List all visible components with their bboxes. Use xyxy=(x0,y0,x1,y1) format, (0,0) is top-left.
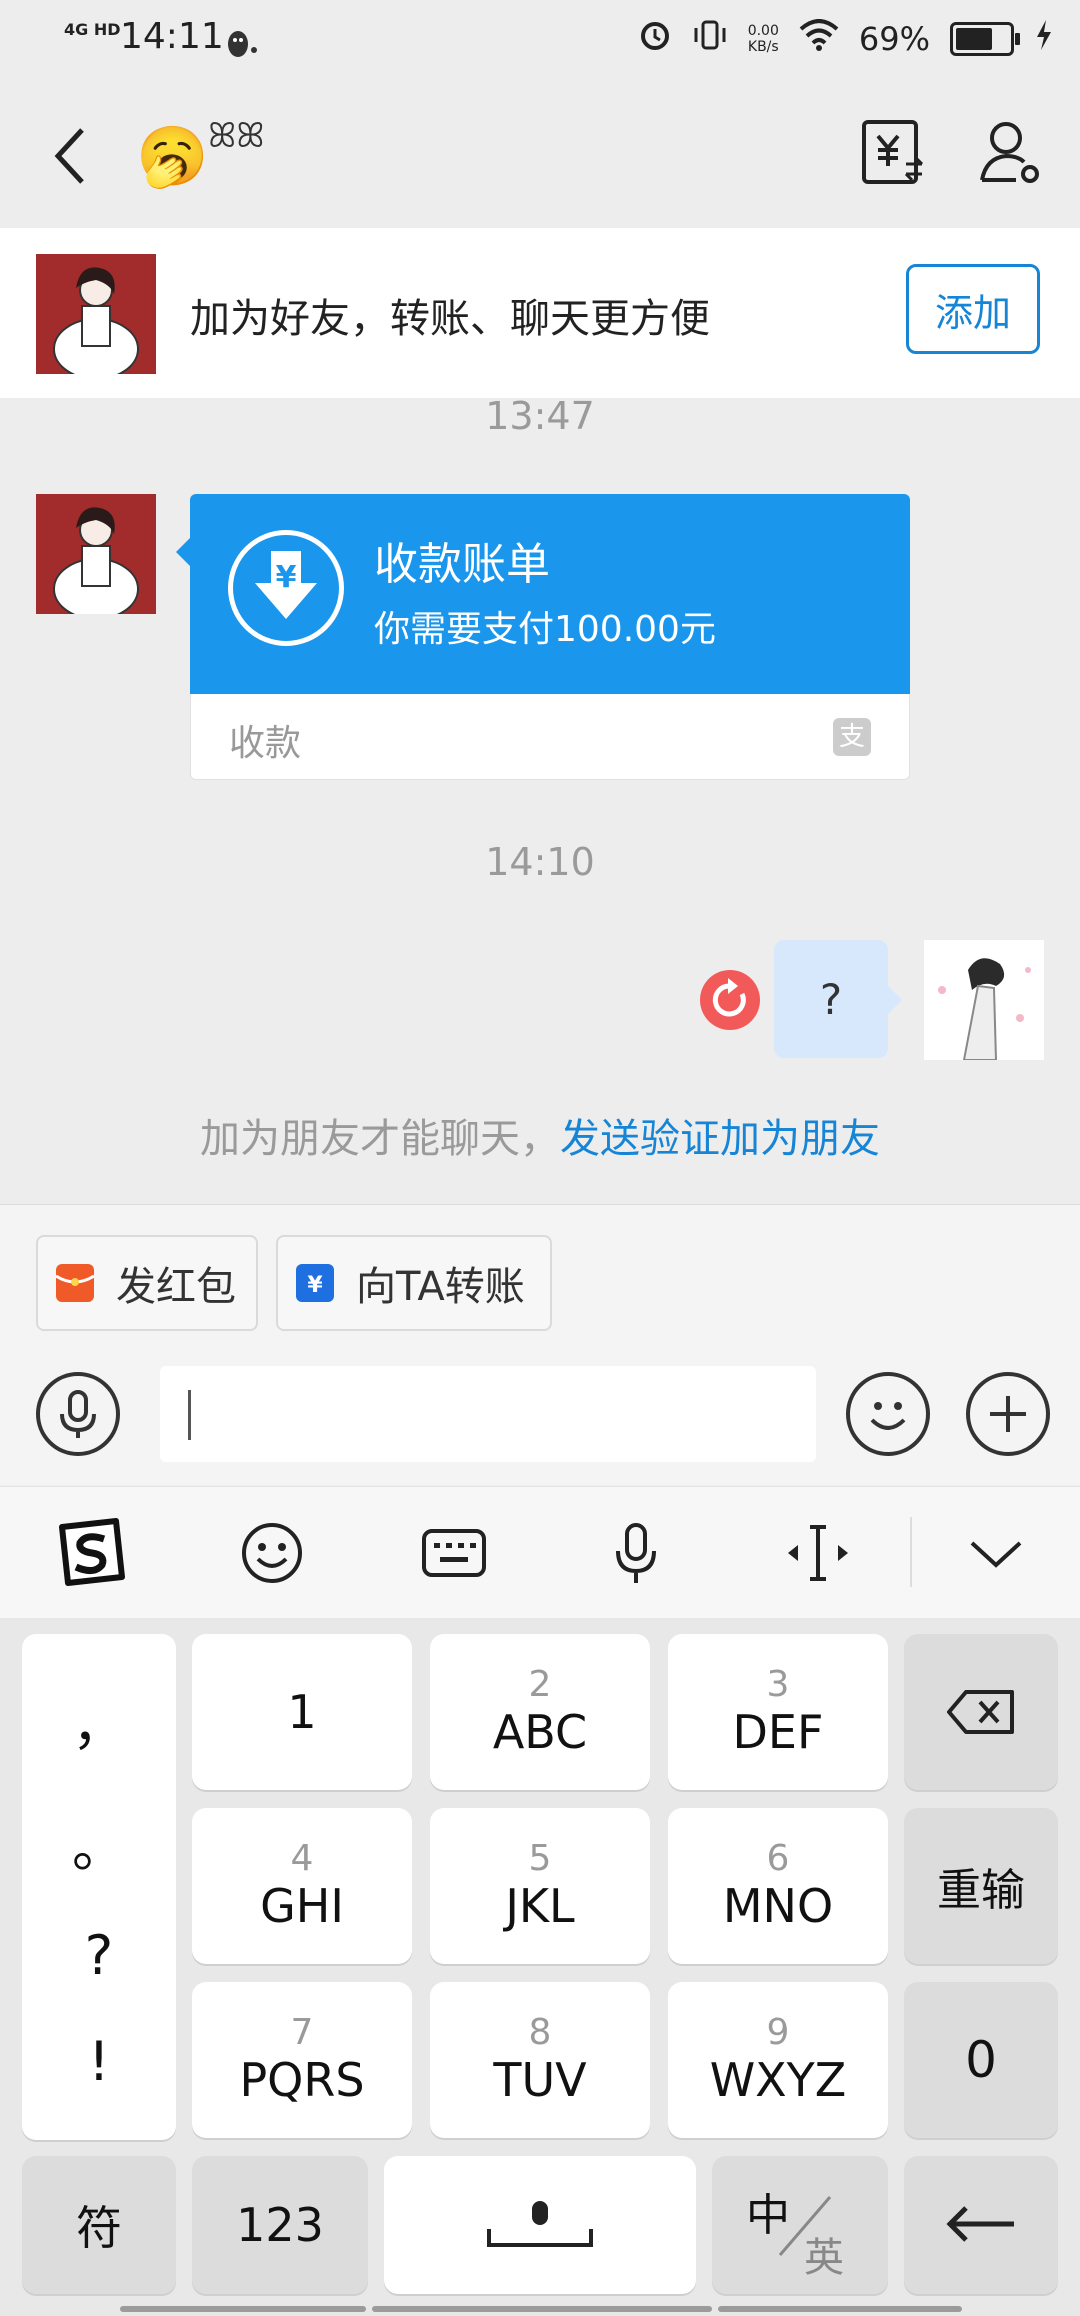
keyboard: ， 。 ? ! 1 2 ABC 3 DEF 4 GHI 5 JKL 6 MNO 重输 7P… xyxy=(0,1618,1080,2316)
chat-title-emoji: 🥱 xyxy=(136,122,209,190)
punct-exclamation[interactable]: ! xyxy=(88,2030,110,2093)
language-switch-key[interactable]: 中 英 xyxy=(712,2156,888,2294)
reenter-key[interactable]: 重输 xyxy=(904,1808,1058,1964)
space-key[interactable] xyxy=(384,2156,696,2294)
user-settings-icon xyxy=(980,122,1039,183)
add-friend-button[interactable]: 添加 xyxy=(906,264,1040,354)
battery-icon xyxy=(950,22,1020,56)
punct-period[interactable]: 。 xyxy=(72,1803,126,1882)
backspace-icon xyxy=(947,1690,1014,1734)
payment-card-amount: 你需要支付100.00元 xyxy=(374,609,716,650)
sogou-icon xyxy=(59,1518,125,1586)
punct-question[interactable]: ? xyxy=(85,1924,114,1987)
enter-key[interactable] xyxy=(904,2156,1058,2294)
key-1[interactable]: 1 xyxy=(192,1634,412,1790)
hide-keyboard-button[interactable] xyxy=(960,1517,1032,1589)
key-9[interactable]: 9 WXYZ xyxy=(668,1982,888,2138)
network-speed: 0.00 KB/s xyxy=(747,23,779,55)
voice-input-button[interactable] xyxy=(36,1372,120,1456)
alarm-icon xyxy=(638,18,672,60)
transfer-button[interactable]: ¥ 向TA转账 xyxy=(276,1235,552,1331)
bill-icon xyxy=(862,120,924,184)
svg-text:¥: ¥ xyxy=(307,1273,323,1298)
microphone-icon xyxy=(60,1390,96,1438)
transfer-icon: ¥ xyxy=(296,1264,334,1302)
message-input[interactable] xyxy=(160,1366,816,1462)
key-7[interactable]: 7 PQRS xyxy=(192,1982,412,2138)
charging-icon xyxy=(1034,18,1054,60)
retry-icon xyxy=(712,978,746,1017)
key-5[interactable]: 5 JKL xyxy=(430,1808,650,1964)
keyboard-switch-button[interactable] xyxy=(418,1517,490,1589)
enter-icon xyxy=(946,2206,1014,2242)
status-time: 14:11 xyxy=(120,16,224,57)
symbols-key[interactable]: 符 xyxy=(22,2156,176,2294)
add-friend-banner: 加为好友，转账、聊天更方便 添加 xyxy=(0,228,1080,398)
qq-icon xyxy=(222,28,258,68)
emoji-button[interactable] xyxy=(846,1372,930,1456)
red-packet-icon xyxy=(55,1264,95,1302)
my-avatar[interactable] xyxy=(924,940,1044,1061)
status-bar: 4G HD 14:11 0.00 KB/s 69% xyxy=(0,0,1080,84)
key-3[interactable]: 3 DEF xyxy=(668,1634,888,1790)
punct-comma[interactable]: ， xyxy=(72,1681,126,1760)
keyboard-icon xyxy=(422,1529,486,1577)
vibrate-icon xyxy=(692,18,728,60)
backspace-key[interactable] xyxy=(904,1634,1058,1790)
battery-percent: 69% xyxy=(858,20,930,58)
cursor-move-icon xyxy=(788,1525,848,1581)
key-6[interactable]: 6 MNO xyxy=(668,1808,888,1964)
key-8[interactable]: 8 TUV xyxy=(430,1982,650,2138)
keyboard-voice-button[interactable] xyxy=(600,1517,672,1589)
keyboard-toolbar xyxy=(0,1486,1080,1619)
key-4[interactable]: 4 GHI xyxy=(192,1808,412,1964)
profile-button[interactable] xyxy=(976,118,1044,186)
sogou-logo-button[interactable] xyxy=(56,1517,128,1589)
send-verification-link[interactable]: 发送验证加为朋友 xyxy=(560,1116,880,1162)
payment-card-title: 收款账单 xyxy=(374,539,550,590)
back-button[interactable] xyxy=(50,126,90,186)
plus-icon xyxy=(990,1396,1026,1432)
sender-avatar[interactable] xyxy=(36,494,156,620)
key-2[interactable]: 2 ABC xyxy=(430,1634,650,1790)
home-indicator xyxy=(120,2306,366,2312)
smiley-icon xyxy=(870,1402,906,1430)
chat-title-decoration: ꕤꕤ xyxy=(208,116,265,156)
keyboard-emoji-button[interactable] xyxy=(236,1517,308,1589)
svg-text:¥: ¥ xyxy=(276,560,297,595)
cursor-move-button[interactable] xyxy=(782,1517,854,1589)
my-message-bubble[interactable]: ? xyxy=(774,940,888,1058)
more-button[interactable] xyxy=(966,1372,1050,1456)
resend-button[interactable] xyxy=(700,970,760,1030)
punctuation-column[interactable]: ， 。 ? ! xyxy=(22,1634,176,2140)
payment-card-label: 收款 xyxy=(229,723,302,764)
space-voice-icon xyxy=(487,2201,593,2247)
smiley-icon xyxy=(242,1523,302,1583)
key-0[interactable]: 0 xyxy=(904,1982,1058,2138)
notice-text: 加为朋友才能聊天， xyxy=(200,1116,560,1162)
payment-request-card[interactable]: ¥ 收款账单 你需要支付100.00元 收款 支 xyxy=(176,494,910,780)
chevron-down-icon xyxy=(970,1541,1022,1568)
payment-download-icon: ¥ xyxy=(228,530,344,646)
friend-required-notice: 加为朋友才能聊天，发送验证加为朋友 xyxy=(0,1106,1080,1164)
numbers-key[interactable]: 123 xyxy=(192,2156,368,2294)
red-packet-button[interactable]: 发红包 xyxy=(36,1235,258,1331)
add-friend-hint: 加为好友，转账、聊天更方便 xyxy=(190,296,710,342)
wifi-icon xyxy=(799,19,839,59)
bill-button[interactable] xyxy=(858,118,926,186)
chevron-left-icon xyxy=(54,128,84,184)
alipay-icon: 支 xyxy=(833,718,871,756)
network-indicator: 4G HD xyxy=(64,20,121,39)
chat-header: 🥱 ꕤꕤ xyxy=(0,84,1080,228)
contact-avatar[interactable] xyxy=(36,254,156,380)
message-timestamp: 14:10 xyxy=(485,840,595,884)
microphone-icon xyxy=(616,1523,656,1583)
message-timestamp: 13:47 xyxy=(485,394,595,438)
